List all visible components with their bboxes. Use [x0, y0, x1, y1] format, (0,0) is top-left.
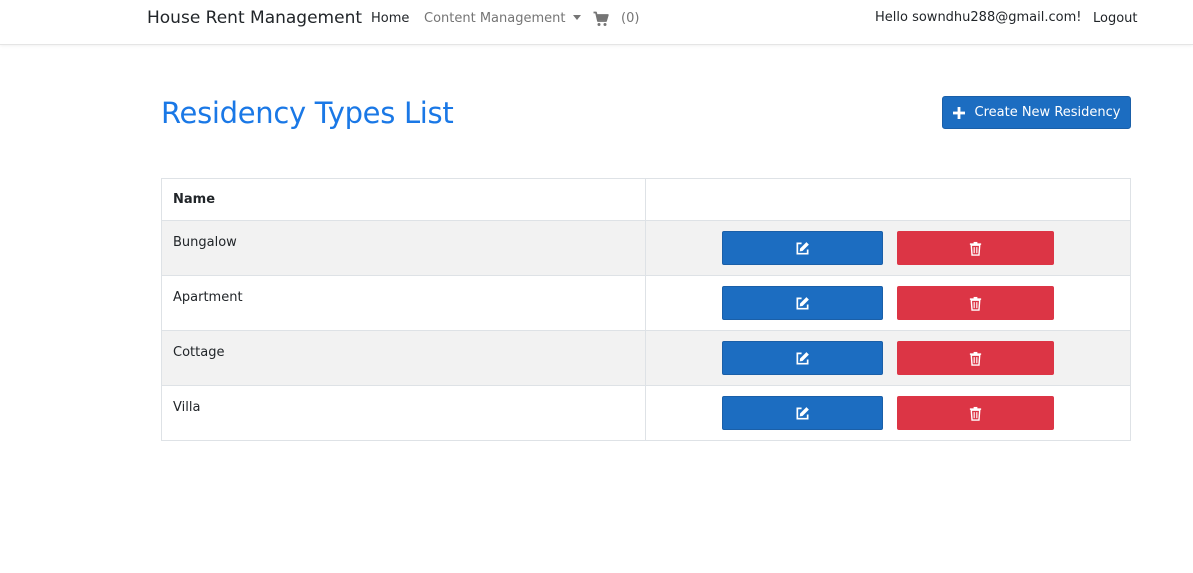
user-greeting: Hello sowndhu288@gmail.com!: [875, 10, 1082, 25]
header-actions: [645, 178, 1131, 221]
delete-button[interactable]: [897, 286, 1054, 320]
edit-icon: [796, 351, 809, 364]
create-new-residency-button[interactable]: Create New Residency: [942, 96, 1131, 129]
edit-icon: [796, 241, 809, 254]
edit-button[interactable]: [722, 286, 883, 320]
residency-name: Villa: [161, 385, 646, 441]
table-row: Villa: [161, 385, 1131, 441]
plus-icon: [952, 106, 965, 119]
delete-button[interactable]: [897, 396, 1054, 430]
edit-icon: [796, 296, 809, 309]
row-actions: [645, 220, 1131, 276]
row-actions: [645, 385, 1131, 441]
edit-button[interactable]: [722, 396, 883, 430]
table-row: Bungalow: [161, 220, 1131, 276]
delete-button[interactable]: [897, 341, 1054, 375]
brand-link[interactable]: House Rent Management: [147, 8, 362, 28]
caret-down-icon: [573, 15, 582, 20]
table-row: Apartment: [161, 275, 1131, 331]
row-actions: [645, 330, 1131, 386]
page-title: Residency Types List: [161, 96, 454, 130]
edit-icon: [796, 406, 809, 419]
table-row: Cottage: [161, 330, 1131, 386]
trash-icon: [969, 351, 982, 366]
residency-name: Cottage: [161, 330, 646, 386]
header-name: Name: [161, 178, 646, 221]
create-button-label: Create New Residency: [974, 105, 1121, 120]
content-management-label: Content Management: [424, 11, 566, 26]
trash-icon: [969, 241, 982, 256]
residency-table-container: Name Bungalow Apartment Cottage Villa: [161, 178, 1131, 441]
row-actions: [645, 275, 1131, 331]
edit-button[interactable]: [722, 231, 883, 265]
logout-link[interactable]: Logout: [1093, 11, 1138, 26]
navbar: House Rent Management Home Content Manag…: [0, 0, 1193, 45]
shopping-cart-icon[interactable]: [593, 11, 609, 27]
trash-icon: [969, 296, 982, 311]
edit-button[interactable]: [722, 341, 883, 375]
delete-button[interactable]: [897, 231, 1054, 265]
content-management-dropdown[interactable]: Content Management: [424, 11, 582, 26]
residency-types-table: Name Bungalow Apartment Cottage Villa: [161, 178, 1131, 441]
nav-home-link[interactable]: Home: [371, 11, 409, 26]
residency-name: Apartment: [161, 275, 646, 331]
residency-name: Bungalow: [161, 220, 646, 276]
table-header-row: Name: [161, 178, 1131, 221]
trash-icon: [969, 406, 982, 421]
cart-count[interactable]: (0): [621, 11, 639, 26]
